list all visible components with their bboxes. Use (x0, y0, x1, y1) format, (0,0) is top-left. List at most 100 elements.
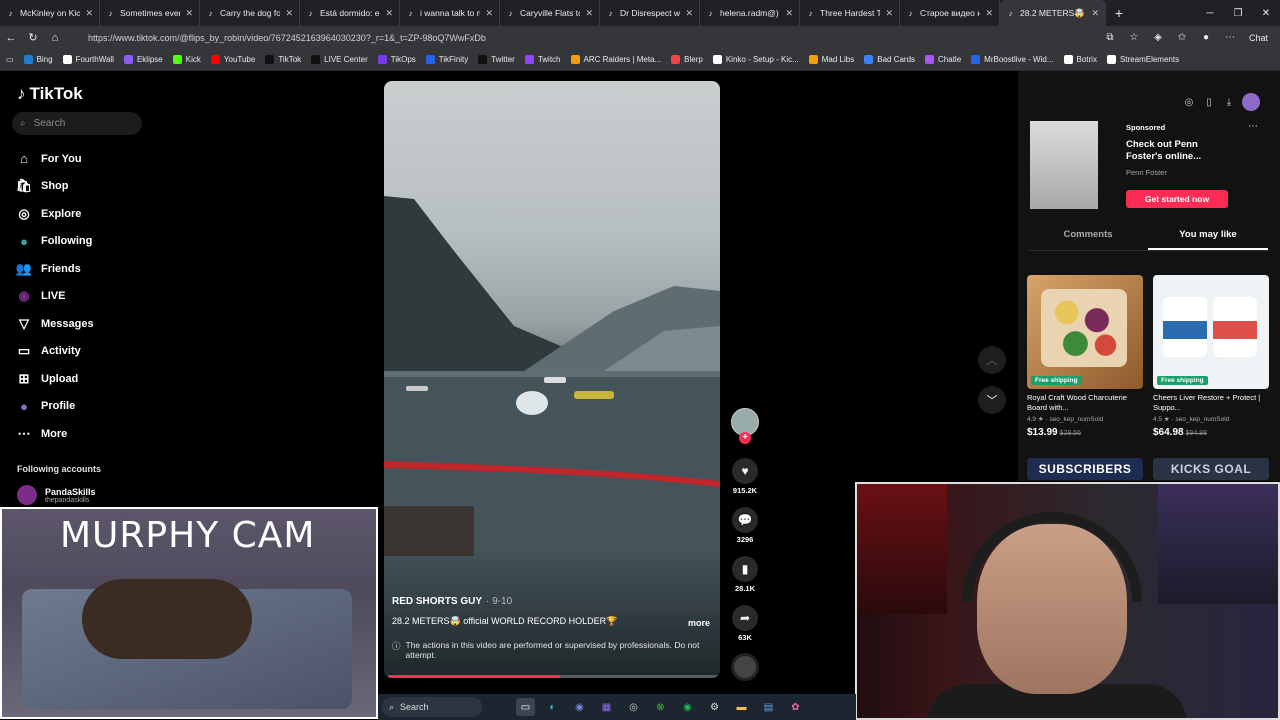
browser-tab[interactable]: ♪ Старое видео наш ✕ (900, 0, 1000, 26)
browser-tab[interactable]: ♪ Está dormido: el se ✕ (300, 0, 400, 26)
following-account[interactable]: PandaSkills thepandaskills (17, 485, 96, 505)
next-video-button[interactable]: ﹀ (978, 386, 1006, 414)
address-bar[interactable]: https://www.tiktok.com/@flips_by_robin/v… (80, 28, 1100, 47)
back-icon[interactable]: ← (0, 32, 22, 44)
bookmark-item[interactable]: StreamElements (1106, 55, 1179, 64)
bookmark-star-icon[interactable]: ☆ (1123, 32, 1145, 43)
ad-title[interactable]: Check out Penn Foster's online... (1126, 139, 1222, 163)
close-icon[interactable]: ✕ (785, 8, 793, 19)
task-view-icon[interactable]: ▭ (516, 698, 535, 716)
product-card[interactable]: Free shipping Cheers Liver Restore + Pro… (1153, 275, 1269, 438)
edge-icon[interactable]: ◐ (543, 698, 562, 716)
account-avatar-icon[interactable]: ● (1195, 32, 1217, 43)
bookmarks-menu-icon[interactable]: ▭ (6, 55, 14, 64)
home-icon[interactable]: ⌂ (44, 32, 66, 44)
browser-tab[interactable]: ♪ Three Hardest Thing ✕ (800, 0, 900, 26)
caption-more-link[interactable]: more (688, 618, 710, 628)
bookmark-item[interactable]: MrBoostlive - Wid... (971, 55, 1054, 64)
nav-item[interactable]: ▽ Messages (16, 310, 166, 338)
bookmark-item[interactable]: Eklipse (123, 55, 163, 64)
bookmark-item[interactable]: Bad Cards (864, 55, 915, 64)
nav-item[interactable]: ⋯ More (16, 420, 166, 448)
sponsored-ad[interactable]: Sponsored ⋯ Check out Penn Foster's onli… (1030, 121, 1270, 213)
bookmark-item[interactable]: Kinko - Setup - Kic... (712, 55, 799, 64)
chat-button[interactable]: Chat (1243, 33, 1274, 43)
bookmark-item[interactable]: TikFinity (425, 55, 468, 64)
tab-comments[interactable]: Comments (1028, 229, 1148, 250)
video-progress-bar[interactable] (388, 675, 718, 678)
bookmark-item[interactable]: Kick (172, 55, 201, 64)
nav-item[interactable]: 🛍 Shop (16, 173, 166, 201)
close-icon[interactable]: ✕ (385, 8, 393, 19)
nav-item[interactable]: ● Following (16, 228, 166, 256)
settings-icon[interactable]: ⚙ (705, 698, 724, 716)
bookmark-item[interactable]: Bing (23, 55, 53, 64)
browser-tab[interactable]: ♪ Dr Disrespect wife d ✕ (600, 0, 700, 26)
favorites-icon[interactable]: ✩ (1171, 32, 1193, 43)
tiktok-logo[interactable]: ♪ TikTok (17, 84, 83, 104)
ad-cta-button[interactable]: Get started now (1126, 190, 1228, 208)
close-icon[interactable]: ✕ (685, 8, 693, 19)
close-icon[interactable]: ✕ (585, 8, 593, 19)
bookmark-item[interactable]: Twitch (524, 55, 561, 64)
video-author[interactable]: RED SHORTS GUY · 9-10 (392, 596, 512, 607)
url-text[interactable]: https://www.tiktok.com/@flips_by_robin/v… (88, 33, 486, 43)
new-tab-icon[interactable]: + (1106, 5, 1132, 21)
browser-tab[interactable]: ♪ Caryville Flats to Ho ✕ (500, 0, 600, 26)
search-input[interactable]: ⌕ Search (12, 112, 142, 135)
nav-item[interactable]: ● Profile (16, 393, 166, 421)
notepad-icon[interactable]: ▤ (759, 698, 778, 716)
menu-icon[interactable]: ⋯ (1219, 32, 1241, 43)
bookmark-item[interactable]: Mad Libs (808, 55, 854, 64)
taskbar-search[interactable]: ⌕ Search (382, 697, 482, 717)
extensions-icon[interactable]: ⧉ (1099, 32, 1121, 43)
save-button[interactable]: ▮ 28.1K (730, 556, 760, 593)
previous-video-button[interactable]: ︿ (978, 346, 1006, 374)
bookmark-item[interactable]: Twitter (478, 55, 515, 64)
share-button[interactable]: ➦ 63K (730, 605, 760, 642)
close-icon[interactable]: ✕ (485, 8, 493, 19)
bookmark-item[interactable]: ARC Raiders | Meta... (570, 55, 661, 64)
browser-tab[interactable]: ♪ i wanna talk to my ✕ (400, 0, 500, 26)
close-icon[interactable]: ✕ (185, 8, 193, 19)
bookmark-item[interactable]: TikOps (377, 55, 416, 64)
nav-item[interactable]: ◎ Explore (16, 200, 166, 228)
shield-icon[interactable]: ◈ (1147, 32, 1169, 43)
more-options-icon[interactable]: ⋯ (1248, 121, 1258, 132)
close-icon[interactable]: ✕ (85, 8, 93, 19)
minimize-icon[interactable]: ─ (1196, 8, 1224, 19)
nav-item[interactable]: ◉ LIVE (16, 283, 166, 311)
nav-item[interactable]: ⌂ For You (16, 145, 166, 173)
author-name[interactable]: RED SHORTS GUY (392, 596, 482, 607)
obs-icon[interactable]: ◎ (624, 698, 643, 716)
bookmark-item[interactable]: TikTok (265, 55, 301, 64)
follow-plus-icon[interactable]: + (739, 432, 751, 444)
ad-thumbnail[interactable] (1030, 121, 1098, 209)
nav-item[interactable]: 👥 Friends (16, 255, 166, 283)
reload-icon[interactable]: ↻ (22, 31, 44, 44)
browser-tab[interactable]: ♪ Carry the dog food ✕ (200, 0, 300, 26)
spotify-icon[interactable]: ◉ (678, 698, 697, 716)
bookmark-item[interactable]: LIVE Center (311, 55, 368, 64)
browser-tab[interactable]: ♪ McKinley on Kick (8 ✕ (0, 0, 100, 26)
browser-tab[interactable]: ♪ Sometimes everythi ✕ (100, 0, 200, 26)
browser-tab[interactable]: ♪ 28.2 METERS🤯 off ✕ (1000, 0, 1106, 26)
close-icon[interactable]: ✕ (885, 8, 893, 19)
bookmark-item[interactable]: FourthWall (62, 55, 114, 64)
xbox-icon[interactable]: ⊗ (651, 698, 670, 716)
product-image[interactable]: Free shipping (1153, 275, 1269, 389)
bookmark-item[interactable]: Botrix (1063, 55, 1097, 64)
close-window-icon[interactable]: ✕ (1252, 8, 1280, 19)
bookmark-item[interactable]: YouTube (210, 55, 255, 64)
close-icon[interactable]: ✕ (985, 8, 993, 19)
user-avatar[interactable] (1242, 93, 1260, 111)
product-card[interactable]: Free shipping Royal Craft Wood Charcuter… (1027, 275, 1143, 438)
apps-grid-icon[interactable]: ▦ (597, 698, 616, 716)
device-icon[interactable]: ▯ (1202, 97, 1216, 108)
browser-tab[interactable]: ♪ helena.radm@) Ша ✕ (700, 0, 800, 26)
download-icon[interactable]: ⤓ (1222, 97, 1236, 108)
maximize-icon[interactable]: ❐ (1224, 8, 1252, 19)
comment-button[interactable]: 💬 3296 (730, 507, 760, 544)
bookmark-item[interactable]: Chatle (925, 55, 961, 64)
like-button[interactable]: ♥ 915.2K (730, 458, 760, 495)
